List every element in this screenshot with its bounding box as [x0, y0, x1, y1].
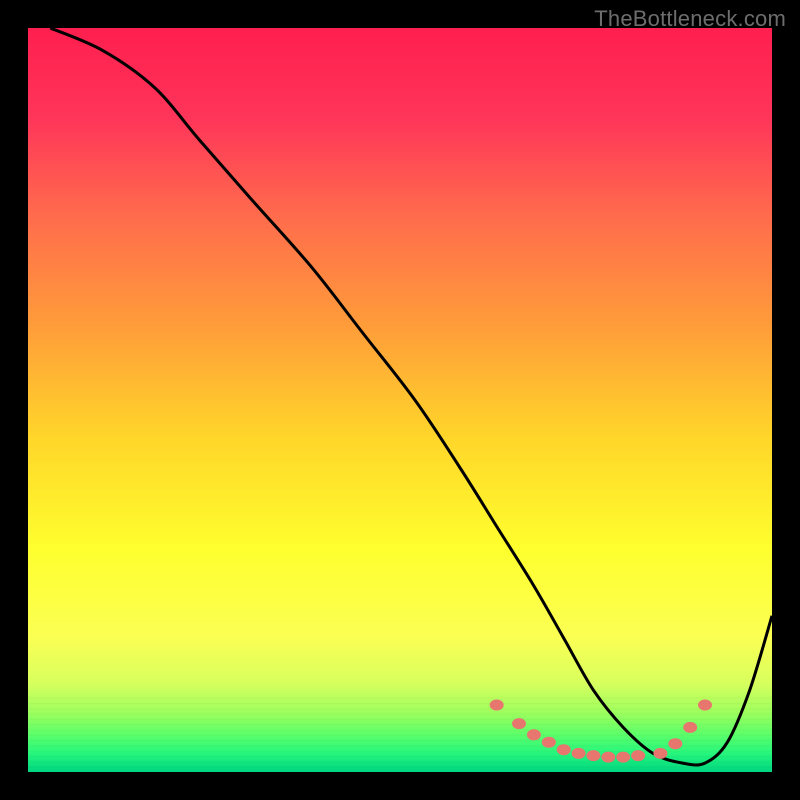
gradient-background [28, 28, 772, 772]
plot-area [28, 28, 772, 772]
chart-frame: TheBottleneck.com [0, 0, 800, 800]
watermark-text: TheBottleneck.com [594, 6, 786, 32]
